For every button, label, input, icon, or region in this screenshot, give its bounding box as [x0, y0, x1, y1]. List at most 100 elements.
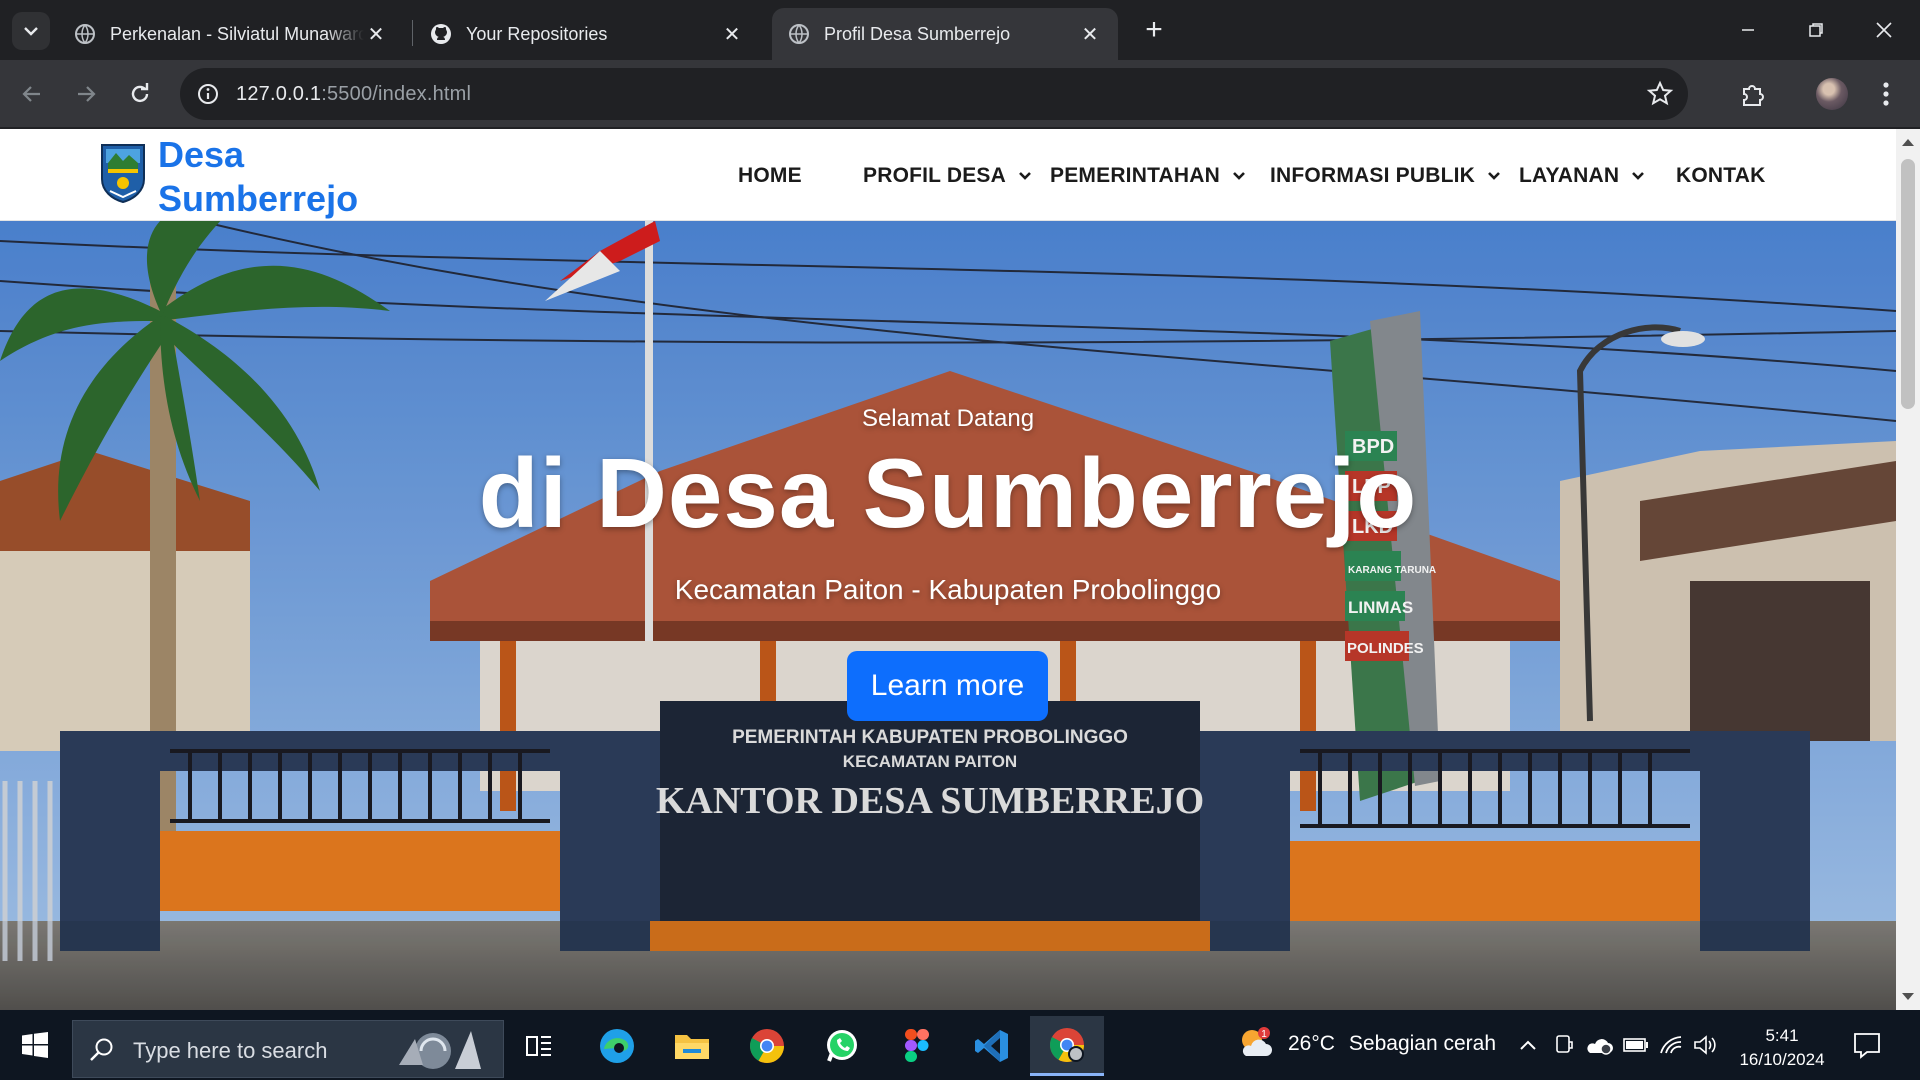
- volume-icon[interactable]: [1692, 1032, 1718, 1058]
- weather-widget[interactable]: 1 26°C Sebagian cerah: [1236, 1024, 1496, 1064]
- nav-pemerintahan[interactable]: PEMERINTAHAN: [1050, 159, 1246, 193]
- puzzle-icon: [1743, 85, 1764, 106]
- windows-taskbar: Type here to search 1 26°C Sebagian cera…: [0, 1010, 1920, 1080]
- back-button[interactable]: [12, 74, 52, 114]
- taskbar-edge[interactable]: [580, 1016, 654, 1076]
- search-placeholder: Type here to search: [133, 1038, 328, 1063]
- tab-perkenalan[interactable]: Perkenalan - Silviatul Munawarc ✕: [58, 8, 404, 60]
- tab-repositories[interactable]: Your Repositories ✕: [414, 8, 760, 60]
- wifi-icon[interactable]: [1658, 1032, 1684, 1058]
- village-logo[interactable]: [100, 141, 146, 203]
- weather-desc: Sebagian cerah: [1348, 1032, 1497, 1055]
- hero-section: BPD LPP LKD KARANG TARUNA LINMAS POLINDE…: [0, 221, 1896, 1010]
- chevron-down-icon: [1233, 172, 1245, 180]
- globe-icon: [75, 24, 95, 44]
- close-icon[interactable]: ✕: [720, 22, 744, 46]
- brand-line-1: Desa: [158, 134, 245, 175]
- reload-button[interactable]: [120, 74, 160, 114]
- scroll-up-arrow-icon[interactable]: [1902, 139, 1914, 146]
- tab-title: Profil Desa Sumberrejo: [824, 23, 1011, 44]
- nav-home[interactable]: HOME: [738, 159, 802, 193]
- show-hidden-icons-button[interactable]: [1516, 1032, 1540, 1058]
- profile-avatar[interactable]: [1816, 78, 1848, 110]
- browser-tab-strip: Perkenalan - Silviatul Munawarc ✕ Your R…: [0, 0, 1920, 60]
- restore-button[interactable]: [1782, 0, 1850, 60]
- tab-profil-desa[interactable]: Profil Desa Sumberrejo ✕: [772, 8, 1118, 60]
- minimize-icon: [1742, 29, 1754, 31]
- nav-profil-desa[interactable]: PROFIL DESA: [863, 159, 1032, 193]
- close-icon[interactable]: ✕: [364, 22, 388, 46]
- tab-search-button[interactable]: [12, 12, 50, 50]
- nav-label: KONTAK: [1676, 164, 1766, 187]
- start-button[interactable]: [0, 1010, 70, 1080]
- onedrive-icon[interactable]: [1584, 1032, 1614, 1058]
- figma-icon: [905, 1029, 929, 1062]
- scroll-down-arrow-icon[interactable]: [1902, 993, 1914, 1000]
- close-icon: [1876, 22, 1892, 38]
- taskbar-chrome[interactable]: [730, 1016, 804, 1076]
- nav-layanan[interactable]: LAYANAN: [1519, 159, 1645, 193]
- scrollbar-thumb[interactable]: [1901, 159, 1915, 409]
- nav-label: PROFIL DESA: [863, 164, 1006, 187]
- arrow-left-icon: [22, 86, 40, 102]
- taskbar-chrome-active[interactable]: [1030, 1016, 1104, 1076]
- weather-badge: 1: [1261, 1029, 1267, 1040]
- nav-kontak[interactable]: KONTAK: [1676, 159, 1765, 193]
- new-tab-button[interactable]: +: [1136, 12, 1172, 48]
- bookmark-star-icon[interactable]: [1646, 80, 1674, 108]
- learn-more-button[interactable]: Learn more: [847, 651, 1048, 721]
- whatsapp-icon: [827, 1030, 857, 1062]
- chevron-down-icon: [24, 27, 38, 36]
- chrome-icon: [1050, 1027, 1084, 1062]
- nav-label: INFORMASI PUBLIK: [1270, 164, 1476, 187]
- battery-icon[interactable]: [1622, 1032, 1650, 1058]
- clock-time: 5:41: [1765, 1026, 1799, 1045]
- close-icon[interactable]: ✕: [1078, 22, 1102, 46]
- browser-menu-button[interactable]: [1870, 78, 1902, 110]
- notification-icon[interactable]: [1852, 1030, 1882, 1060]
- system-clock[interactable]: 5:41 16/10/2024: [1720, 1024, 1844, 1072]
- hero-photo-village-office: BPD LPP LKD KARANG TARUNA LINMAS POLINDE…: [0, 221, 1896, 1010]
- tab-title: Perkenalan - Silviatul Munawarc: [110, 23, 364, 44]
- site-navbar: Desa Sumberrejo HOME PROFIL DESA PEMERIN…: [0, 129, 1896, 221]
- page-viewport: Desa Sumberrejo HOME PROFIL DESA PEMERIN…: [0, 129, 1896, 1010]
- url-path: :5500/index.html: [321, 83, 472, 105]
- hero-title: di Desa Sumberrejo: [478, 438, 1418, 548]
- taskbar-search[interactable]: Type here to search: [72, 1020, 504, 1078]
- tray-device-icon[interactable]: [1552, 1032, 1576, 1058]
- brand-line-2: Sumberrejo: [158, 178, 359, 219]
- search-icon: [90, 1038, 113, 1061]
- weather-temp: 26°C: [1288, 1032, 1335, 1055]
- site-info-icon[interactable]: [192, 78, 224, 110]
- url-host: 127.0.0.1: [236, 83, 322, 105]
- site-brand[interactable]: Desa Sumberrejo: [158, 133, 358, 221]
- task-view-icon: [526, 1036, 551, 1056]
- windows-logo-icon: [22, 1032, 48, 1058]
- taskbar-vscode[interactable]: [955, 1016, 1029, 1076]
- nav-label: PEMERINTAHAN: [1050, 164, 1221, 187]
- globe-icon: [789, 24, 809, 44]
- taskbar-whatsapp[interactable]: [805, 1016, 879, 1076]
- extensions-button[interactable]: [1736, 78, 1768, 110]
- arrow-right-icon: [78, 86, 96, 102]
- task-view-button[interactable]: [502, 1016, 576, 1076]
- more-vert-icon: [1883, 82, 1889, 106]
- url-text[interactable]: 127.0.0.1:5500/index.html: [236, 83, 471, 106]
- restore-icon: [1809, 23, 1823, 37]
- taskbar-figma[interactable]: [880, 1016, 954, 1076]
- minimize-button[interactable]: [1714, 0, 1782, 60]
- browser-toolbar: 127.0.0.1:5500/index.html: [0, 60, 1920, 128]
- tab-title: Your Repositories: [466, 23, 608, 44]
- forward-button[interactable]: [66, 74, 106, 114]
- chevron-down-icon: [1019, 172, 1031, 180]
- close-window-button[interactable]: [1850, 0, 1918, 60]
- page-scrollbar[interactable]: [1896, 129, 1920, 1010]
- address-bar[interactable]: 127.0.0.1:5500/index.html: [180, 68, 1688, 120]
- tab-divider: [412, 20, 413, 46]
- folder-icon: [675, 1035, 709, 1059]
- nav-informasi-publik[interactable]: INFORMASI PUBLIK: [1270, 159, 1501, 193]
- chevron-down-icon: [1632, 172, 1645, 180]
- nav-label: HOME: [738, 164, 802, 187]
- hero-subtitle: Kecamatan Paiton - Kabupaten Probolinggo: [674, 574, 1222, 605]
- taskbar-file-explorer[interactable]: [655, 1016, 729, 1076]
